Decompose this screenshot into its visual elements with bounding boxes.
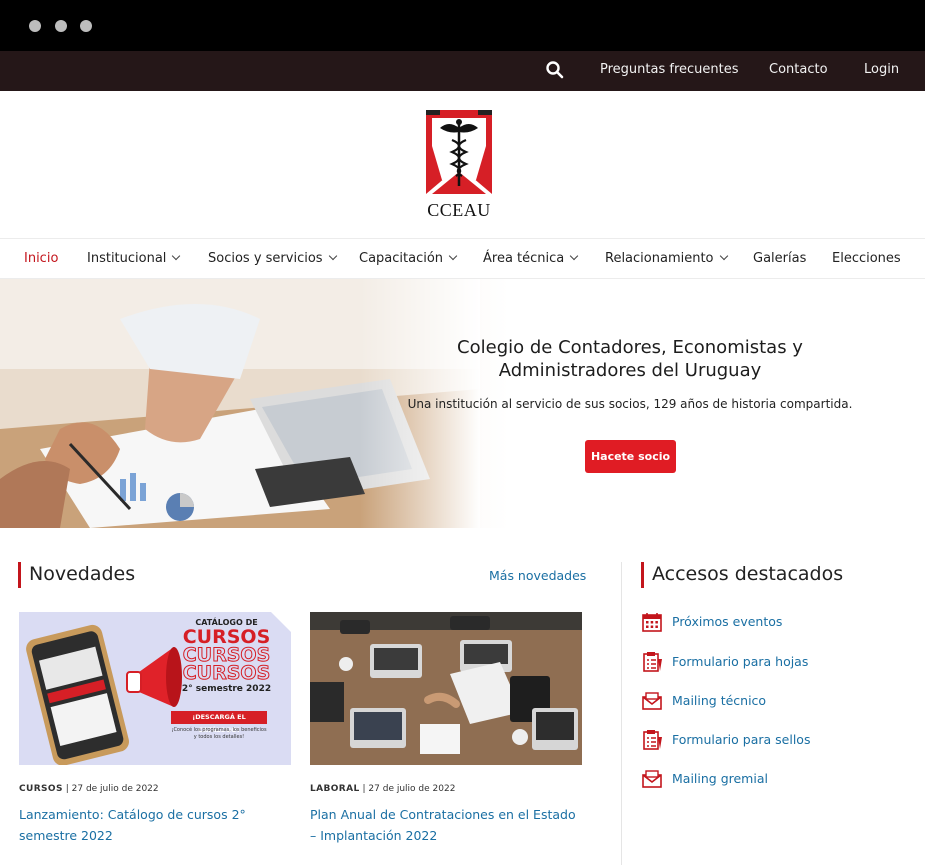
access-label: Mailing gremial [672, 771, 768, 786]
nav-item-institucional[interactable]: Institucional [87, 251, 181, 266]
nav-label: Capacitación [359, 251, 444, 266]
column-divider [621, 562, 622, 865]
access-label: Mailing técnico [672, 693, 767, 708]
hero-subtitle: Una institución al servicio de sus socio… [407, 397, 853, 411]
chevron-down-icon [172, 251, 181, 261]
chevron-down-icon [719, 251, 728, 261]
calendar-icon [641, 611, 663, 633]
faq-link[interactable]: Preguntas frecuentes [600, 62, 739, 77]
window-dot-maximize[interactable] [80, 20, 92, 32]
nav-item-inicio[interactable]: Inicio [24, 251, 58, 266]
logo-text: CCEAU [427, 200, 491, 220]
main-nav: Inicio Institucional Socios y servicios … [0, 238, 925, 279]
form-icon [641, 651, 663, 673]
nav-label: Galerías [753, 251, 807, 266]
nav-label: Área técnica [483, 251, 565, 266]
meeting-table-photo [310, 612, 582, 765]
catalog-semester: 2° semestre 2022 [181, 684, 272, 694]
hero-title: Colegio de Contadores, Economistas y Adm… [457, 337, 803, 381]
window-dot-close[interactable] [29, 20, 41, 32]
accesos-title: Accesos destacados [652, 563, 844, 585]
catalog-word-outline: CURSOS [182, 662, 271, 684]
form-icon [641, 729, 663, 751]
news-card-title-1[interactable]: Lanzamiento: Catálogo de cursos 2° semes… [19, 804, 294, 846]
nav-label: Relacionamiento [605, 251, 714, 266]
section-accent-bar [641, 562, 644, 588]
nav-label: Inicio [24, 251, 59, 266]
utility-bar: Preguntas frecuentes Contacto Login [0, 51, 925, 91]
catalog-download-badge: ¡DESCARGÁ EL CATÁLOGO! [171, 711, 267, 734]
mail-icon [641, 768, 663, 790]
access-label: Formulario para hojas [672, 654, 809, 669]
window-chrome [0, 0, 925, 51]
window-dot-minimize[interactable] [55, 20, 67, 32]
nav-label: Elecciones [832, 251, 901, 266]
hero-banner: Colegio de Contadores, Economistas y Adm… [0, 279, 925, 528]
logo-emblem-icon [426, 110, 492, 194]
news-date: 27 de julio de 2022 [368, 784, 456, 794]
login-link[interactable]: Login [864, 62, 899, 77]
access-label: Formulario para sellos [672, 732, 811, 747]
chevron-down-icon [448, 251, 458, 261]
nav-item-area-tecnica[interactable]: Área técnica [483, 251, 579, 266]
join-button[interactable]: Hacete socio [585, 440, 676, 473]
chevron-down-icon [328, 251, 337, 261]
catalog-note: ¡Conocé los programas, los beneficios y … [171, 727, 267, 740]
news-card-image-2[interactable] [310, 612, 582, 765]
nav-item-elecciones[interactable]: Elecciones [832, 251, 901, 266]
more-news-link[interactable]: Más novedades [489, 568, 586, 583]
news-category: CURSOS [19, 784, 63, 794]
nav-item-capacitacion[interactable]: Capacitación [359, 251, 458, 266]
nav-item-galerias[interactable]: Galerías [753, 251, 806, 266]
nav-item-socios-servicios[interactable]: Socios y servicios [208, 251, 337, 266]
site-logo[interactable]: CCEAU [418, 106, 500, 222]
contact-link[interactable]: Contacto [769, 62, 828, 77]
novedades-title: Novedades [29, 563, 136, 585]
news-category: LABORAL [310, 784, 360, 794]
search-icon[interactable] [545, 60, 565, 80]
news-card-image-1[interactable]: CATÁLOGO DE CURSOS CURSOS CURSOS 2° seme… [19, 612, 291, 765]
news-card-meta-2: LABORAL | 27 de julio de 2022 [310, 784, 456, 794]
nav-label: Institucional [87, 251, 167, 266]
news-card-title-2[interactable]: Plan Anual de Contrataciones en el Estad… [310, 804, 585, 846]
nav-label: Socios y servicios [208, 251, 323, 266]
nav-item-relacionamiento[interactable]: Relacionamiento [605, 251, 728, 266]
news-card-meta-1: CURSOS | 27 de julio de 2022 [19, 784, 159, 794]
mail-icon [641, 690, 663, 712]
section-accent-bar [18, 562, 21, 588]
news-date: 27 de julio de 2022 [71, 784, 159, 794]
chevron-down-icon [570, 251, 579, 261]
access-label: Próximos eventos [672, 614, 783, 629]
